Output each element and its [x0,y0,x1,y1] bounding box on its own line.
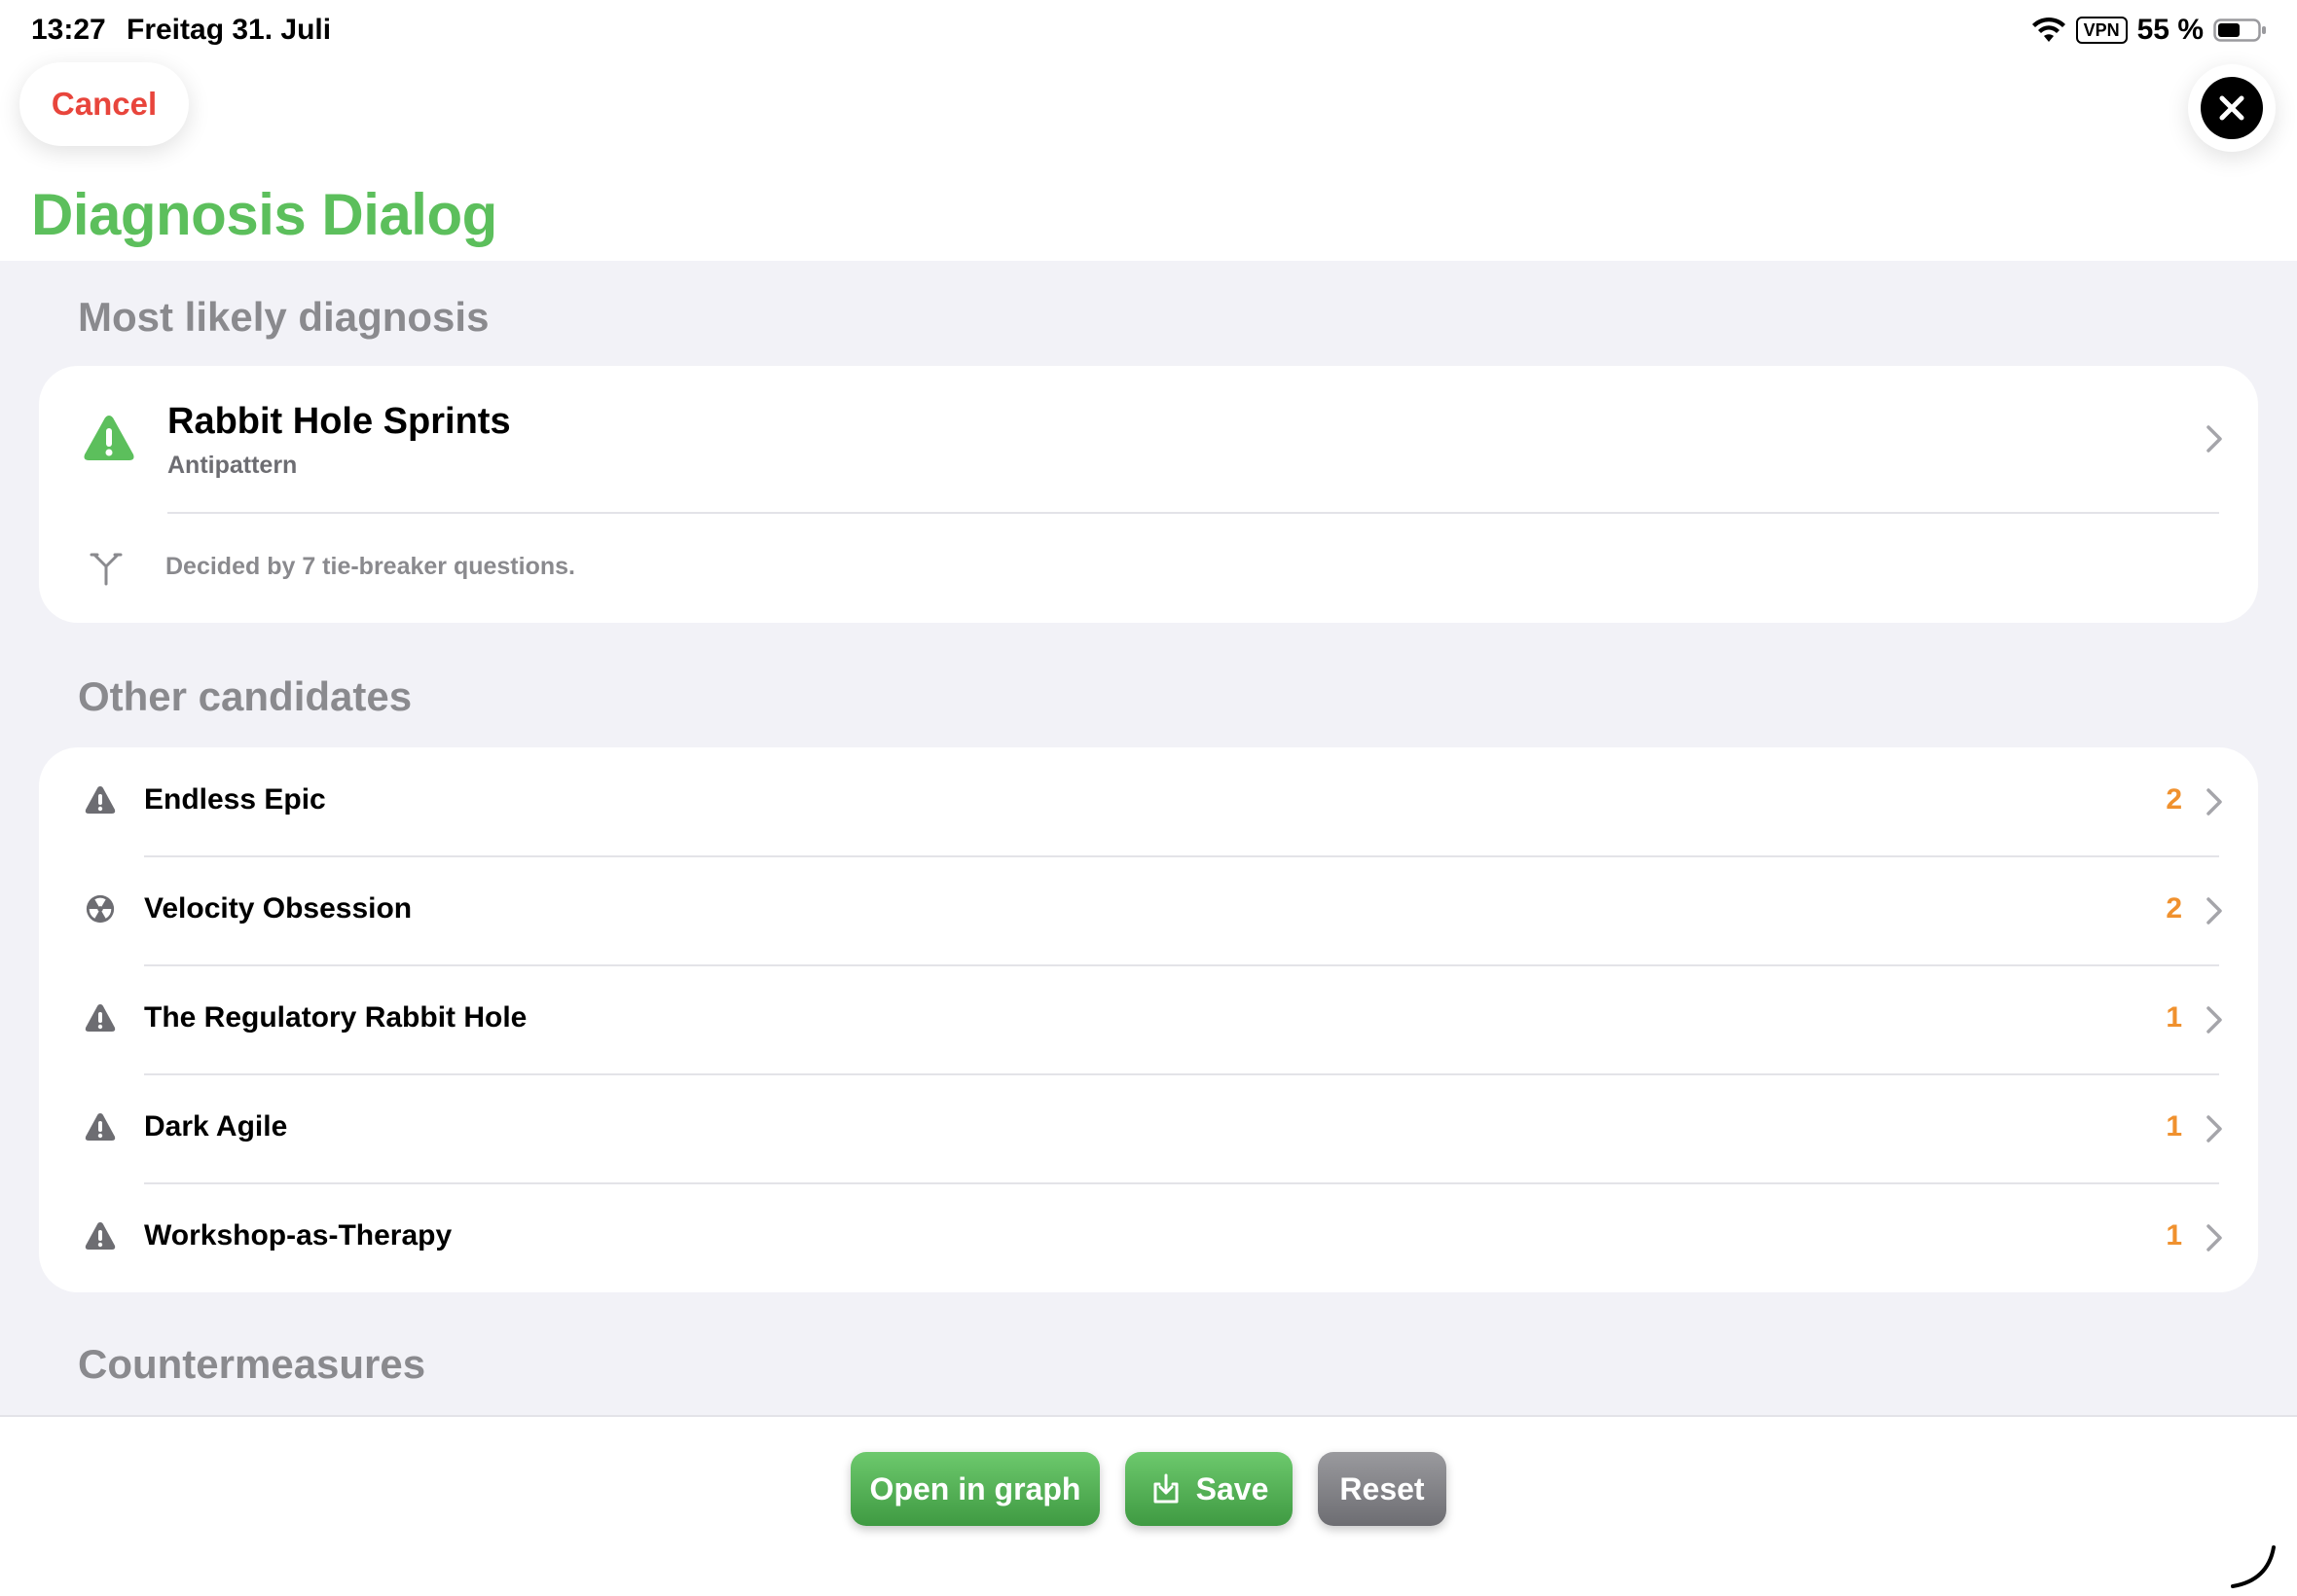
section-header-other-candidates: Other candidates [78,673,413,719]
chevron-right-icon [2206,425,2222,453]
candidate-label: The Regulatory Rabbit Hole [144,1001,528,1034]
candidate-label: Velocity Obsession [144,892,413,925]
candidate-label: Workshop-as-Therapy [144,1219,453,1251]
tiebreak-row: Decided by 7 tie-breaker questions. [39,514,2258,623]
primary-diagnosis-row[interactable]: Rabbit Hole Sprints Antipattern [39,366,2258,514]
page-title: Diagnosis Dialog [31,182,497,247]
vpn-badge: VPN [2075,17,2128,44]
open-in-graph-label: Open in graph [869,1470,1081,1506]
save-button[interactable]: Save [1125,1452,1293,1526]
candidate-count: 2 [2166,892,2182,925]
primary-diagnosis-subtitle: Antipattern [167,452,298,479]
battery-percent: 55 % [2136,14,2204,46]
close-icon-circle [2201,77,2263,139]
primary-diagnosis-title: Rabbit Hole Sprints [167,401,511,442]
candidate-row[interactable]: The Regulatory Rabbit Hole 1 [39,965,2258,1074]
primary-diagnosis-card: Rabbit Hole Sprints Antipattern Decided … [39,366,2258,623]
candidate-label: Dark Agile [144,1110,288,1143]
warning-icon [85,1113,116,1141]
candidates-card: Endless Epic 2 Velocity Obsession 2 The … [39,747,2258,1292]
header: Cancel Diagnosis Dialog [0,62,2297,261]
section-header-most-likely: Most likely diagnosis [78,294,490,340]
chevron-right-icon [2206,1006,2222,1034]
reset-button[interactable]: Reset [1318,1452,1446,1526]
chevron-right-icon [2206,897,2222,925]
status-date: Freitag 31. Juli [127,14,332,46]
battery-icon [2213,18,2266,42]
candidate-row[interactable]: Velocity Obsession 2 [39,856,2258,965]
tiebreak-text: Decided by 7 tie-breaker questions. [165,553,575,580]
save-label: Save [1195,1470,1269,1506]
content-scroll[interactable]: Most likely diagnosis Rabbit Hole Sprint… [0,261,2297,1415]
cancel-button[interactable]: Cancel [19,62,189,146]
candidate-label: Endless Epic [144,783,326,816]
warning-icon [85,1222,116,1250]
status-indicators: VPN 55 % [2031,14,2268,47]
warning-icon [85,786,116,814]
chevron-right-icon [2206,1115,2222,1143]
candidate-row[interactable]: Workshop-as-Therapy 1 [39,1183,2258,1292]
warning-icon [84,416,134,460]
chevron-right-icon [2206,788,2222,816]
reset-label: Reset [1339,1470,1425,1506]
chevron-right-icon [2206,1224,2222,1251]
candidate-row[interactable]: Endless Epic 2 [39,747,2258,856]
candidate-row[interactable]: Dark Agile 1 [39,1074,2258,1183]
resize-handle-icon [2231,1545,2276,1588]
close-icon [2219,95,2244,121]
wifi-icon [2031,17,2065,42]
radiation-icon [86,894,115,924]
candidate-count: 2 [2166,783,2182,816]
bottom-action-bar: Open in graph Save Reset [0,1415,2297,1596]
candidate-count: 1 [2166,1001,2182,1034]
fork-icon [90,553,123,586]
section-header-countermeasures: Countermeasures [78,1341,426,1387]
candidate-count: 1 [2166,1219,2182,1251]
status-time: 13:27 [31,14,106,46]
status-bar: 13:27 Freitag 31. Juli VPN 55 % [0,0,2297,62]
warning-icon [85,1004,116,1032]
candidate-count: 1 [2166,1110,2182,1143]
close-button[interactable] [2188,64,2276,152]
save-icon [1153,1473,1179,1504]
open-in-graph-button[interactable]: Open in graph [851,1452,1100,1526]
